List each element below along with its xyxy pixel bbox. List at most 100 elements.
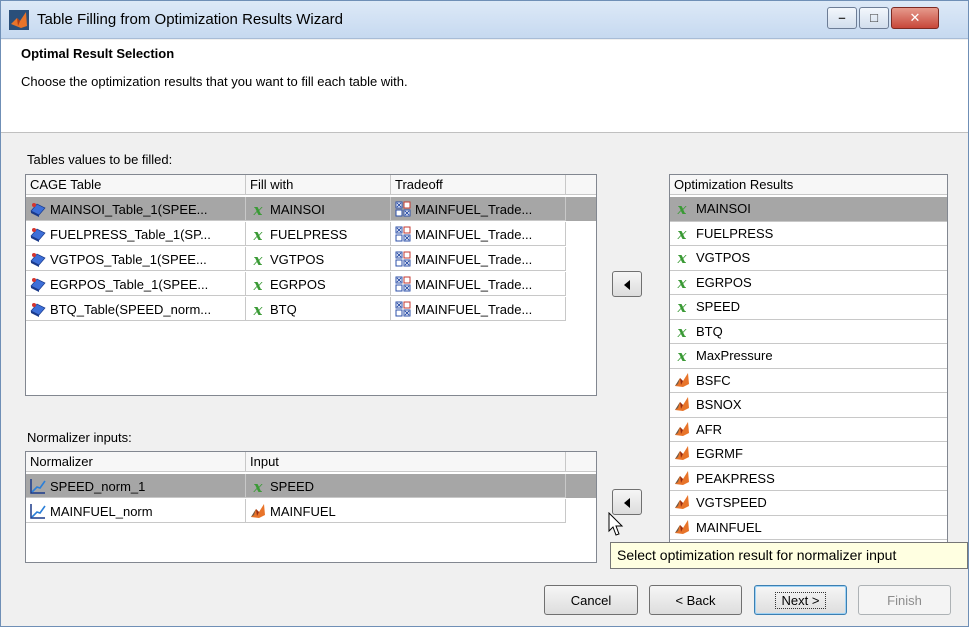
normalizer-name: MAINFUEL_norm bbox=[50, 504, 153, 519]
cage-table-cell[interactable]: MAINSOI_Table_1(SPEE... bbox=[26, 197, 246, 221]
list-item-label: MaxPressure bbox=[696, 348, 773, 363]
list-item[interactable]: PEAKPRESS bbox=[670, 467, 947, 491]
fill-with-cell[interactable]: x EGRPOS bbox=[246, 272, 391, 296]
minimize-button[interactable]: – bbox=[827, 7, 857, 29]
cage-table-name: BTQ_Table(SPEED_norm... bbox=[50, 302, 212, 317]
table-row[interactable]: MAINSOI_Table_1(SPEE... x MAINSOI MAINFUE… bbox=[26, 197, 596, 221]
table-row[interactable]: MAINFUEL_norm MAINFUEL bbox=[26, 499, 596, 523]
next-button-label: Next > bbox=[774, 592, 827, 609]
column-header-input[interactable]: Input bbox=[246, 452, 566, 472]
table-row[interactable]: SPEED_norm_1 x SPEED bbox=[26, 474, 596, 498]
cage-tables-grid[interactable]: CAGE Table Fill with Tradeoff MAINSOI_Ta… bbox=[25, 174, 597, 396]
tradeoff-cell[interactable]: MAINFUEL_Trade... bbox=[391, 197, 566, 221]
column-header-fill-with[interactable]: Fill with bbox=[246, 175, 391, 195]
wizard-header: Optimal Result Selection Choose the opti… bbox=[1, 40, 968, 133]
list-item-label: VGTPOS bbox=[696, 250, 751, 265]
fill-with-value: EGRPOS bbox=[270, 277, 326, 292]
model-icon bbox=[675, 446, 689, 460]
fill-with-cell[interactable]: x VGTPOS bbox=[246, 247, 391, 271]
fill-with-cell[interactable]: x FUELPRESS bbox=[246, 222, 391, 246]
list-item[interactable]: x VGTPOS bbox=[670, 246, 947, 271]
cage-table-name: MAINSOI_Table_1(SPEE... bbox=[50, 202, 208, 217]
tradeoff-cell[interactable]: MAINFUEL_Trade... bbox=[391, 247, 566, 271]
table-row[interactable]: EGRPOS_Table_1(SPEE... x EGRPOS MAINFUEL_… bbox=[26, 272, 596, 296]
list-item[interactable]: AFR bbox=[670, 418, 947, 442]
list-item[interactable]: x SPEED bbox=[670, 295, 947, 320]
normalizer-grid[interactable]: Normalizer Input SPEED_norm_1 x SPEED MAI… bbox=[25, 451, 597, 563]
list-item[interactable]: x FUELPRESS bbox=[670, 222, 947, 246]
tradeoff-cell[interactable]: MAINFUEL_Trade... bbox=[391, 272, 566, 296]
tradeoff-icon bbox=[395, 251, 411, 267]
normalizer-cell[interactable]: MAINFUEL_norm bbox=[26, 499, 246, 523]
cage-table-cell[interactable]: VGTPOS_Table_1(SPEE... bbox=[26, 247, 246, 271]
normalizer-cell[interactable]: SPEED_norm_1 bbox=[26, 474, 246, 498]
close-button[interactable]: ✕ bbox=[891, 7, 939, 29]
fill-with-cell[interactable]: x MAINSOI bbox=[246, 197, 391, 221]
model-icon bbox=[675, 421, 689, 436]
x-variable-icon: x bbox=[677, 347, 687, 365]
list-item[interactable]: x BTQ bbox=[670, 320, 947, 344]
x-variable-icon: x bbox=[253, 301, 263, 319]
list-item-label: BSFC bbox=[696, 372, 731, 388]
maximize-button[interactable]: □ bbox=[859, 7, 889, 29]
x-variable-icon: x bbox=[253, 276, 263, 294]
cage-table-cell[interactable]: EGRPOS_Table_1(SPEE... bbox=[26, 272, 246, 296]
table-icon bbox=[30, 303, 46, 317]
tradeoff-name: MAINFUEL_Trade... bbox=[415, 252, 533, 267]
fill-with-value: MAINSOI bbox=[270, 202, 325, 217]
table-row[interactable]: FUELPRESS_Table_1(SP... x FUELPRESS MAINF… bbox=[26, 222, 596, 246]
x-variable-icon: x bbox=[253, 478, 263, 496]
table-icon bbox=[30, 228, 46, 242]
column-header-optimization-results[interactable]: Optimization Results bbox=[670, 175, 947, 195]
input-cell[interactable]: MAINFUEL bbox=[246, 499, 566, 523]
table-row[interactable]: BTQ_Table(SPEED_norm... x BTQ MAINFUEL_Tr… bbox=[26, 297, 596, 321]
minimize-icon: – bbox=[838, 10, 846, 25]
close-icon: ✕ bbox=[909, 10, 921, 25]
cage-table-cell[interactable]: BTQ_Table(SPEED_norm... bbox=[26, 297, 246, 321]
normalizer-icon bbox=[30, 504, 46, 519]
input-value: SPEED bbox=[270, 479, 315, 494]
column-header-normalizer[interactable]: Normalizer bbox=[26, 452, 246, 472]
list-item[interactable]: EGRMF bbox=[670, 442, 947, 467]
tables-section-label: Tables values to be filled: bbox=[27, 152, 173, 167]
list-item[interactable]: x MaxPressure bbox=[670, 344, 947, 369]
next-button[interactable]: Next > bbox=[754, 585, 847, 615]
list-item[interactable]: BSNOX bbox=[670, 393, 947, 418]
tradeoff-cell[interactable]: MAINFUEL_Trade... bbox=[391, 297, 566, 321]
column-header-tradeoff[interactable]: Tradeoff bbox=[391, 175, 566, 195]
x-variable-icon: x bbox=[253, 251, 263, 269]
input-cell[interactable]: x SPEED bbox=[246, 474, 566, 498]
model-icon bbox=[675, 397, 689, 411]
select-table-result-button[interactable] bbox=[612, 271, 642, 297]
list-item[interactable]: x MAINSOI bbox=[670, 197, 947, 222]
list-item[interactable]: x EGRPOS bbox=[670, 271, 947, 295]
tradeoff-name: MAINFUEL_Trade... bbox=[415, 227, 533, 242]
x-variable-icon: x bbox=[677, 224, 687, 243]
list-item-label: AFR bbox=[696, 421, 722, 437]
tradeoff-cell[interactable]: MAINFUEL_Trade... bbox=[391, 222, 566, 246]
table-icon bbox=[30, 203, 46, 217]
cancel-button[interactable]: Cancel bbox=[544, 585, 638, 615]
tradeoff-name: MAINFUEL_Trade... bbox=[415, 302, 533, 317]
cage-table-cell[interactable]: FUELPRESS_Table_1(SP... bbox=[26, 222, 246, 246]
back-button[interactable]: < Back bbox=[649, 585, 742, 615]
list-item[interactable]: MAINFUEL bbox=[670, 516, 947, 540]
list-item-label: VGTSPEED bbox=[696, 495, 767, 510]
arrow-left-icon bbox=[624, 280, 630, 290]
table-row[interactable]: VGTPOS_Table_1(SPEE... x VGTPOS MAINFUEL_… bbox=[26, 247, 596, 271]
maximize-icon: □ bbox=[870, 10, 878, 25]
list-item[interactable]: BSFC bbox=[670, 369, 947, 393]
title-bar[interactable]: Table Filling from Optimization Results … bbox=[1, 1, 968, 39]
window-title: Table Filling from Optimization Results … bbox=[37, 11, 343, 28]
model-icon bbox=[251, 504, 265, 518]
list-item-label: MAINSOI bbox=[696, 201, 751, 216]
matlab-logo-icon bbox=[9, 10, 29, 30]
optimization-results-list[interactable]: Optimization Results x MAINSOI x FUELPRESS… bbox=[669, 174, 948, 543]
cage-table-name: FUELPRESS_Table_1(SP... bbox=[50, 227, 211, 242]
page-description: Choose the optimization results that you… bbox=[21, 74, 408, 89]
list-item[interactable]: VGTSPEED bbox=[670, 491, 947, 516]
fill-with-cell[interactable]: x BTQ bbox=[246, 297, 391, 321]
column-header-cage-table[interactable]: CAGE Table bbox=[26, 175, 246, 195]
finish-button[interactable]: Finish bbox=[858, 585, 951, 615]
tradeoff-name: MAINFUEL_Trade... bbox=[415, 277, 533, 292]
